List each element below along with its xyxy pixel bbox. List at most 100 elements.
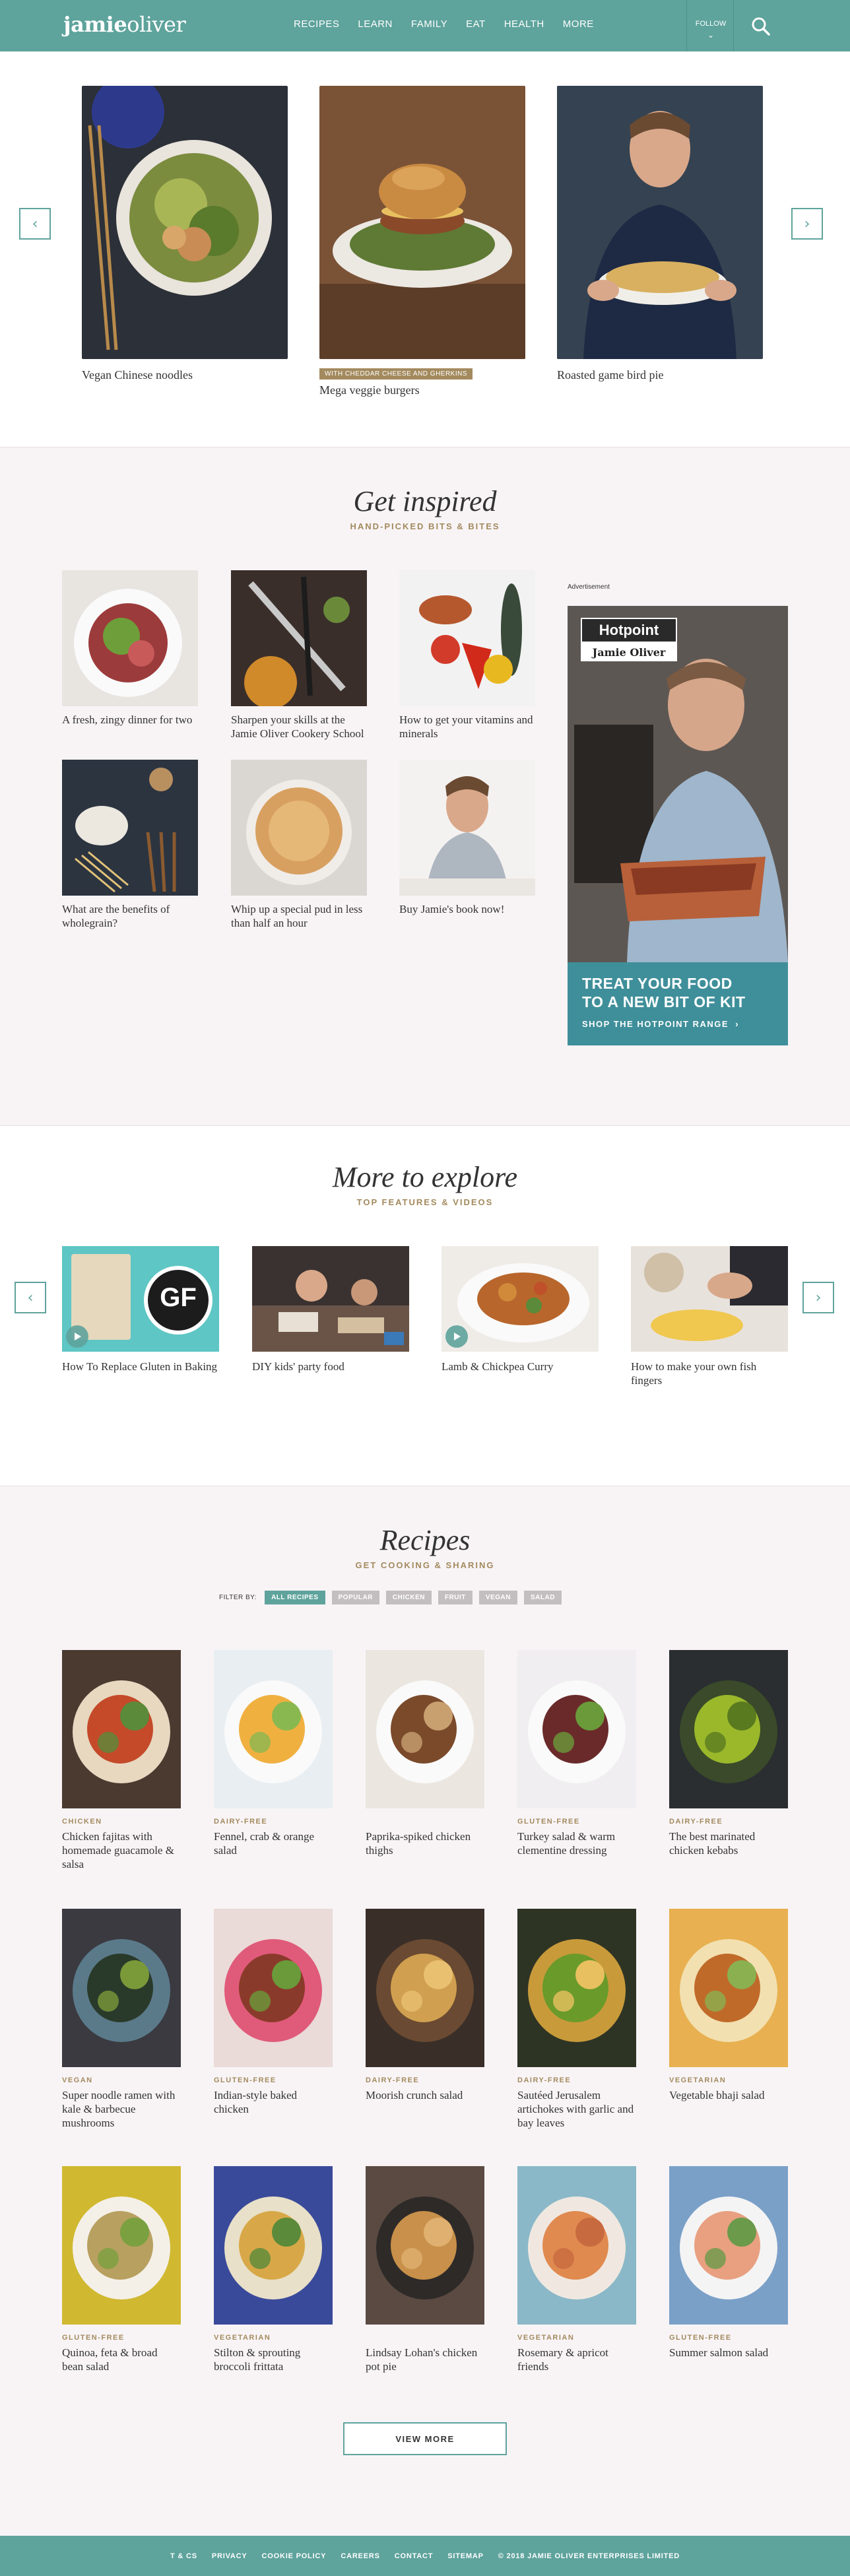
recipe-image[interactable] xyxy=(517,2166,636,2325)
ad-cta-link[interactable]: SHOP THE HOTPOINT RANGE › xyxy=(582,1019,739,1029)
recipe-card[interactable]: GLUTEN-FREE Summer salmon salad xyxy=(669,2166,788,2360)
explore-image[interactable]: GF xyxy=(62,1246,219,1352)
recipe-title[interactable]: Stilton & sprouting broccoli frittata xyxy=(214,2346,333,2373)
explore-caption[interactable]: How to make your own fish fingers xyxy=(631,1360,788,1387)
filter-fruit[interactable]: FRUIT xyxy=(438,1591,473,1604)
tile-caption[interactable]: A fresh, zingy dinner for two xyxy=(62,713,198,727)
nav-learn[interactable]: LEARN xyxy=(358,18,393,30)
explore-image[interactable] xyxy=(631,1246,788,1352)
recipe-title[interactable]: Quinoa, feta & broad bean salad xyxy=(62,2346,181,2373)
hero-image-noodles[interactable] xyxy=(82,86,288,359)
tile-caption[interactable]: How to get your vitamins and minerals xyxy=(399,713,535,741)
recipe-title[interactable]: The best marinated chicken kebabs xyxy=(669,1830,788,1857)
explore-caption[interactable]: How To Replace Gluten in Baking xyxy=(62,1360,219,1373)
tile-image[interactable] xyxy=(62,760,198,896)
hero-caption[interactable]: Mega veggie burgers xyxy=(319,383,525,397)
recipe-title[interactable]: Indian-style baked chicken xyxy=(214,2088,333,2116)
recipe-title[interactable]: Lindsay Lohan's chicken pot pie xyxy=(366,2346,484,2373)
explore-image[interactable] xyxy=(441,1246,599,1352)
recipe-title[interactable]: Fennel, crab & orange salad xyxy=(214,1830,333,1857)
tile-image[interactable] xyxy=(231,570,367,706)
recipe-image[interactable] xyxy=(366,1650,484,1808)
recipe-card[interactable]: CHICKEN Chicken fajitas with homemade gua… xyxy=(62,1650,181,1871)
carousel-next-button[interactable]: › xyxy=(791,208,823,240)
footer-privacy-link[interactable]: PRIVACY xyxy=(212,2552,247,2560)
recipe-image[interactable] xyxy=(214,1909,333,2067)
explore-card[interactable]: DIY kids' party food xyxy=(252,1246,409,1373)
recipe-card[interactable]: DAIRY-FREE Fennel, crab & orange salad xyxy=(214,1650,333,1857)
recipe-image[interactable] xyxy=(214,2166,333,2325)
recipe-title[interactable]: Moorish crunch salad xyxy=(366,2088,484,2102)
tile-image[interactable] xyxy=(399,570,535,706)
advertisement-banner[interactable]: Hotpoint Jamie Oliver TREAT YOUR FOOD TO … xyxy=(568,606,788,1045)
nav-health[interactable]: HEALTH xyxy=(504,18,544,30)
recipe-image[interactable] xyxy=(669,1909,788,2067)
explore-image[interactable] xyxy=(252,1246,409,1352)
filter-vegan[interactable]: VEGAN xyxy=(478,1591,517,1604)
footer-sitemap-link[interactable]: SITEMAP xyxy=(447,2552,484,2560)
recipe-card[interactable]: Paprika-spiked chicken thighs xyxy=(366,1650,484,1857)
filter-popular[interactable]: POPULAR xyxy=(331,1591,379,1604)
explore-caption[interactable]: Lamb & Chickpea Curry xyxy=(441,1360,599,1373)
explore-card[interactable]: How to make your own fish fingers xyxy=(631,1246,788,1387)
recipe-card[interactable]: VEGETARIAN Vegetable bhaji salad xyxy=(669,1909,788,2102)
tile-image[interactable] xyxy=(231,760,367,896)
recipe-card[interactable]: Lindsay Lohan's chicken pot pie xyxy=(366,2166,484,2373)
recipe-image[interactable] xyxy=(62,1909,181,2067)
filter-all-recipes[interactable]: ALL RECIPES xyxy=(265,1591,325,1604)
view-more-button[interactable]: VIEW MORE xyxy=(343,2422,507,2455)
tile-image[interactable] xyxy=(399,760,535,896)
nav-eat[interactable]: EAT xyxy=(466,18,486,30)
recipe-image[interactable] xyxy=(62,1650,181,1808)
footer-contact-link[interactable]: CONTACT xyxy=(395,2552,434,2560)
ad-cta-panel[interactable]: TREAT YOUR FOOD TO A NEW BIT OF KIT SHOP … xyxy=(568,962,788,1045)
explore-next-button[interactable]: › xyxy=(802,1282,834,1313)
hero-card[interactable]: Roasted game bird pie xyxy=(557,86,763,382)
explore-card[interactable]: Lamb & Chickpea Curry xyxy=(441,1246,599,1373)
recipe-card[interactable]: DAIRY-FREE The best marinated chicken keb… xyxy=(669,1650,788,1857)
recipe-card[interactable]: DAIRY-FREE Moorish crunch salad xyxy=(366,1909,484,2102)
recipe-title[interactable]: Chicken fajitas with homemade guacamole … xyxy=(62,1830,181,1871)
tile-caption[interactable]: What are the benefits of wholegrain? xyxy=(62,902,198,930)
play-video-icon[interactable] xyxy=(66,1325,88,1348)
inspired-tile[interactable]: Whip up a special pud in less than half … xyxy=(231,760,367,930)
filter-salad[interactable]: SALAD xyxy=(523,1591,562,1604)
inspired-tile[interactable]: A fresh, zingy dinner for two xyxy=(62,570,198,727)
explore-caption[interactable]: DIY kids' party food xyxy=(252,1360,409,1373)
recipe-image[interactable] xyxy=(62,2166,181,2325)
tile-caption[interactable]: Whip up a special pud in less than half … xyxy=(231,902,367,930)
explore-card[interactable]: GF How To Replace Gluten in Baking xyxy=(62,1246,219,1373)
recipe-image[interactable] xyxy=(214,1650,333,1808)
recipe-card[interactable]: VEGETARIAN Rosemary & apricot friends xyxy=(517,2166,636,2373)
recipe-title[interactable]: Summer salmon salad xyxy=(669,2346,788,2360)
recipe-title[interactable]: Paprika-spiked chicken thighs xyxy=(366,1830,484,1857)
recipe-image[interactable] xyxy=(669,1650,788,1808)
recipe-title[interactable]: Rosemary & apricot friends xyxy=(517,2346,636,2373)
footer-careers-link[interactable]: CAREERS xyxy=(341,2552,379,2560)
recipe-image[interactable] xyxy=(517,1909,636,2067)
recipe-title[interactable]: Turkey salad & warm clementine dressing xyxy=(517,1830,636,1857)
recipe-card[interactable]: VEGETARIAN Stilton & sprouting broccoli f… xyxy=(214,2166,333,2373)
filter-chicken[interactable]: CHICKEN xyxy=(385,1591,432,1604)
recipe-card[interactable]: VEGAN Super noodle ramen with kale & barb… xyxy=(62,1909,181,2130)
tile-caption[interactable]: Buy Jamie's book now! xyxy=(399,902,535,916)
site-logo[interactable]: jamieoliver xyxy=(63,12,186,37)
hero-card[interactable]: WITH CHEDDAR CHEESE AND GHERKINS Mega ve… xyxy=(319,86,525,397)
recipe-title[interactable]: Super noodle ramen with kale & barbecue … xyxy=(62,2088,181,2130)
inspired-tile[interactable]: Buy Jamie's book now! xyxy=(399,760,535,916)
hero-caption[interactable]: Roasted game bird pie xyxy=(557,368,763,382)
recipe-title[interactable]: Vegetable bhaji salad xyxy=(669,2088,788,2102)
tile-caption[interactable]: Sharpen your skills at the Jamie Oliver … xyxy=(231,713,367,741)
recipe-image[interactable] xyxy=(366,1909,484,2067)
nav-family[interactable]: FAMILY xyxy=(411,18,447,30)
inspired-tile[interactable]: What are the benefits of wholegrain? xyxy=(62,760,198,930)
recipe-image[interactable] xyxy=(517,1650,636,1808)
carousel-prev-button[interactable]: ‹ xyxy=(19,208,51,240)
follow-button[interactable]: FOLLOW ⌄ xyxy=(686,0,734,51)
recipe-title[interactable]: Sautéed Jerusalem artichokes with garlic… xyxy=(517,2088,636,2130)
hero-card[interactable]: Vegan Chinese noodles xyxy=(82,86,288,382)
nav-recipes[interactable]: RECIPES xyxy=(294,18,339,30)
recipe-card[interactable]: DAIRY-FREE Sautéed Jerusalem artichokes w… xyxy=(517,1909,636,2130)
explore-prev-button[interactable]: ‹ xyxy=(15,1282,46,1313)
nav-more[interactable]: MORE xyxy=(563,18,594,30)
